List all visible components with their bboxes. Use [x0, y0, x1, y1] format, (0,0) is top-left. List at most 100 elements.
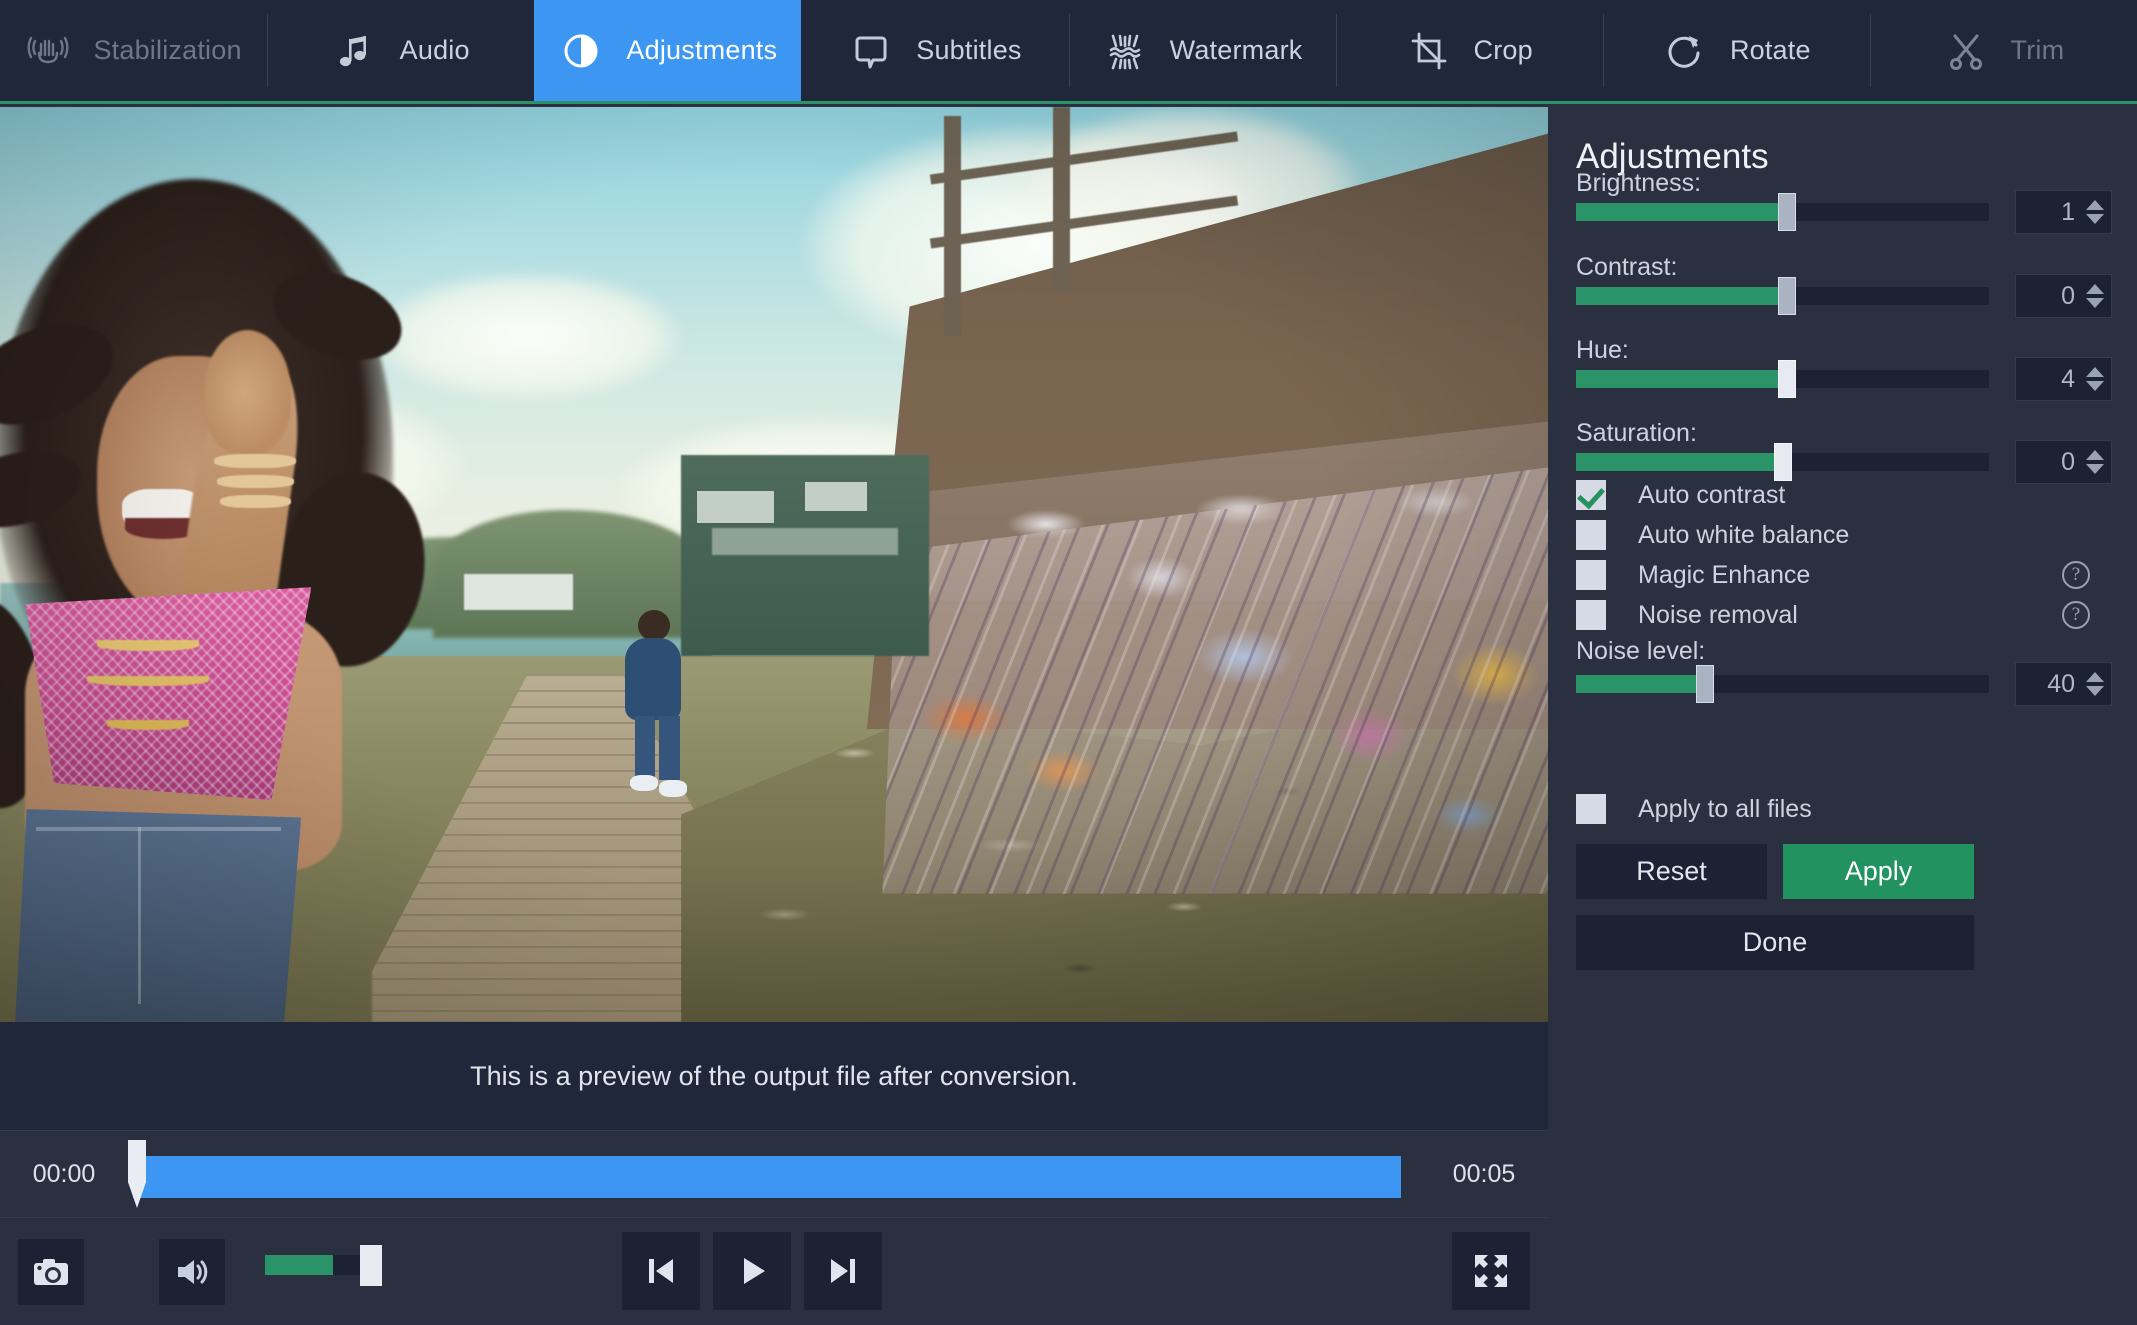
spin-down-icon[interactable] — [2086, 686, 2104, 696]
hue-spinbox[interactable]: 4 — [2015, 357, 2112, 401]
rotate-icon — [1662, 28, 1708, 74]
spin-down-icon[interactable] — [2086, 381, 2104, 391]
saturation-value: 0 — [2061, 447, 2075, 476]
auto-contrast-checkbox[interactable] — [1576, 480, 1606, 510]
tab-label: Rotate — [1729, 35, 1811, 65]
spin-down-icon[interactable] — [2086, 214, 2104, 224]
tab-crop[interactable]: Crop — [1335, 0, 1603, 101]
done-button-label: Done — [1742, 927, 1808, 957]
brightness-value: 1 — [2061, 197, 2075, 226]
reset-button[interactable]: Reset — [1576, 844, 1767, 899]
apply-button[interactable]: Apply — [1783, 844, 1974, 899]
spin-up-icon[interactable] — [2086, 672, 2104, 682]
spin-down-icon[interactable] — [2086, 464, 2104, 474]
play-icon — [732, 1251, 772, 1291]
volume-slider-thumb[interactable] — [360, 1245, 382, 1286]
hue-value: 4 — [2061, 364, 2075, 393]
magic-enhance-label: Magic Enhance — [1638, 560, 1811, 589]
volume-slider-fill — [265, 1255, 333, 1275]
hue-slider-fill — [1576, 370, 1779, 388]
contrast-spin-arrows[interactable] — [2085, 275, 2111, 317]
checkbox-row-auto-white-balance[interactable]: Auto white balance — [1576, 515, 2112, 555]
tab-adjustments[interactable]: Adjustments — [534, 0, 802, 101]
noise-level-spinbox[interactable]: 40 — [2015, 662, 2112, 706]
saturation-label: Saturation: — [1576, 419, 1697, 447]
tab-rotate[interactable]: Rotate — [1602, 0, 1870, 101]
magic-enhance-checkbox[interactable] — [1576, 560, 1606, 590]
apply-to-all-checkbox[interactable] — [1576, 794, 1606, 824]
brightness-slider-thumb[interactable] — [1778, 193, 1797, 231]
fullscreen-button[interactable] — [1452, 1232, 1530, 1310]
contrast-label: Contrast: — [1576, 253, 1678, 281]
volume-button[interactable] — [159, 1239, 225, 1305]
noise-level-slider-fill — [1576, 675, 1696, 693]
spin-up-icon[interactable] — [2086, 367, 2104, 377]
timeline-bar: 00:00 00:05 — [0, 1130, 1548, 1218]
magic-enhance-help-icon[interactable]: ? — [2062, 561, 2090, 589]
contrast-value: 0 — [2061, 281, 2075, 310]
auto-white-balance-checkbox[interactable] — [1576, 520, 1606, 550]
fullscreen-icon — [1470, 1250, 1512, 1292]
spin-up-icon[interactable] — [2086, 450, 2104, 460]
noise-level-slider-thumb[interactable] — [1695, 665, 1714, 703]
skip-previous-icon — [641, 1251, 681, 1291]
noise-removal-checkbox[interactable] — [1576, 600, 1606, 630]
watermark-icon — [1102, 28, 1148, 74]
spin-down-icon[interactable] — [2086, 298, 2104, 308]
tab-audio[interactable]: Audio — [267, 0, 535, 101]
timeline-progress-fill — [133, 1156, 1401, 1198]
noise-level-label: Noise level: — [1576, 637, 1706, 665]
contrast-slider-fill — [1576, 287, 1779, 305]
auto-contrast-label: Auto contrast — [1638, 480, 1786, 509]
brightness-spin-arrows[interactable] — [2085, 191, 2111, 233]
snapshot-button[interactable] — [18, 1239, 84, 1305]
checkbox-row-noise-removal[interactable]: Noise removal ? — [1576, 595, 2112, 635]
timeline-track[interactable] — [128, 1130, 1420, 1218]
previous-button[interactable] — [622, 1232, 700, 1310]
tab-trim[interactable]: Trim — [1869, 0, 2137, 101]
tab-subtitles[interactable]: Subtitles — [801, 0, 1069, 101]
spin-up-icon[interactable] — [2086, 284, 2104, 294]
noise-level-slider-track[interactable] — [1576, 665, 1989, 703]
checkbox-row-apply-to-all[interactable]: Apply to all files — [1576, 789, 2112, 829]
spin-up-icon[interactable] — [2086, 200, 2104, 210]
video-preview[interactable] — [0, 107, 1548, 1022]
tab-watermark[interactable]: Watermark — [1068, 0, 1336, 101]
hue-slider-track[interactable] — [1576, 360, 1989, 398]
done-button[interactable]: Done — [1576, 915, 1974, 970]
checkbox-row-magic-enhance[interactable]: Magic Enhance ? — [1576, 555, 2112, 595]
auto-white-balance-label: Auto white balance — [1638, 520, 1850, 549]
noise-level-spin-arrows[interactable] — [2085, 663, 2111, 705]
preview-caption-bar: This is a preview of the output file aft… — [0, 1022, 1548, 1130]
checkbox-row-auto-contrast[interactable]: Auto contrast — [1576, 475, 2112, 515]
noise-level-value: 40 — [2047, 669, 2075, 698]
play-button[interactable] — [713, 1232, 791, 1310]
apply-to-all-label: Apply to all files — [1638, 794, 1812, 823]
end-time-label: 00:05 — [1452, 1159, 1516, 1188]
reset-button-label: Reset — [1636, 856, 1707, 886]
hue-spin-arrows[interactable] — [2085, 358, 2111, 400]
noise-removal-help-icon[interactable]: ? — [2062, 601, 2090, 629]
tab-stabilization[interactable]: Stabilization — [0, 0, 268, 101]
contrast-slider-thumb[interactable] — [1778, 277, 1797, 315]
start-time-label: 00:00 — [32, 1159, 96, 1188]
next-button[interactable] — [804, 1232, 882, 1310]
contrast-spinbox[interactable]: 0 — [2015, 274, 2112, 318]
stabilization-icon — [25, 28, 71, 74]
tab-label: Trim — [2010, 35, 2065, 65]
saturation-slider-track[interactable] — [1576, 443, 1989, 481]
tab-label: Subtitles — [916, 35, 1022, 65]
saturation-slider-fill — [1576, 453, 1775, 471]
video-editor-window: Stabilization Audio Adjustments Subtitle… — [0, 0, 2137, 1325]
tab-label: Stabilization — [93, 35, 242, 65]
effects-toolbar: Stabilization Audio Adjustments Subtitle… — [0, 0, 2137, 104]
skip-next-icon — [823, 1251, 863, 1291]
speaker-icon — [172, 1252, 212, 1292]
camera-icon — [31, 1252, 71, 1292]
hue-slider-thumb[interactable] — [1778, 360, 1797, 398]
preview-caption-text: This is a preview of the output file aft… — [470, 1060, 1078, 1091]
contrast-slider-track[interactable] — [1576, 277, 1989, 315]
scissors-trim-icon — [1943, 28, 1989, 74]
brightness-slider-track[interactable] — [1576, 193, 1989, 231]
brightness-spinbox[interactable]: 1 — [2015, 190, 2112, 234]
